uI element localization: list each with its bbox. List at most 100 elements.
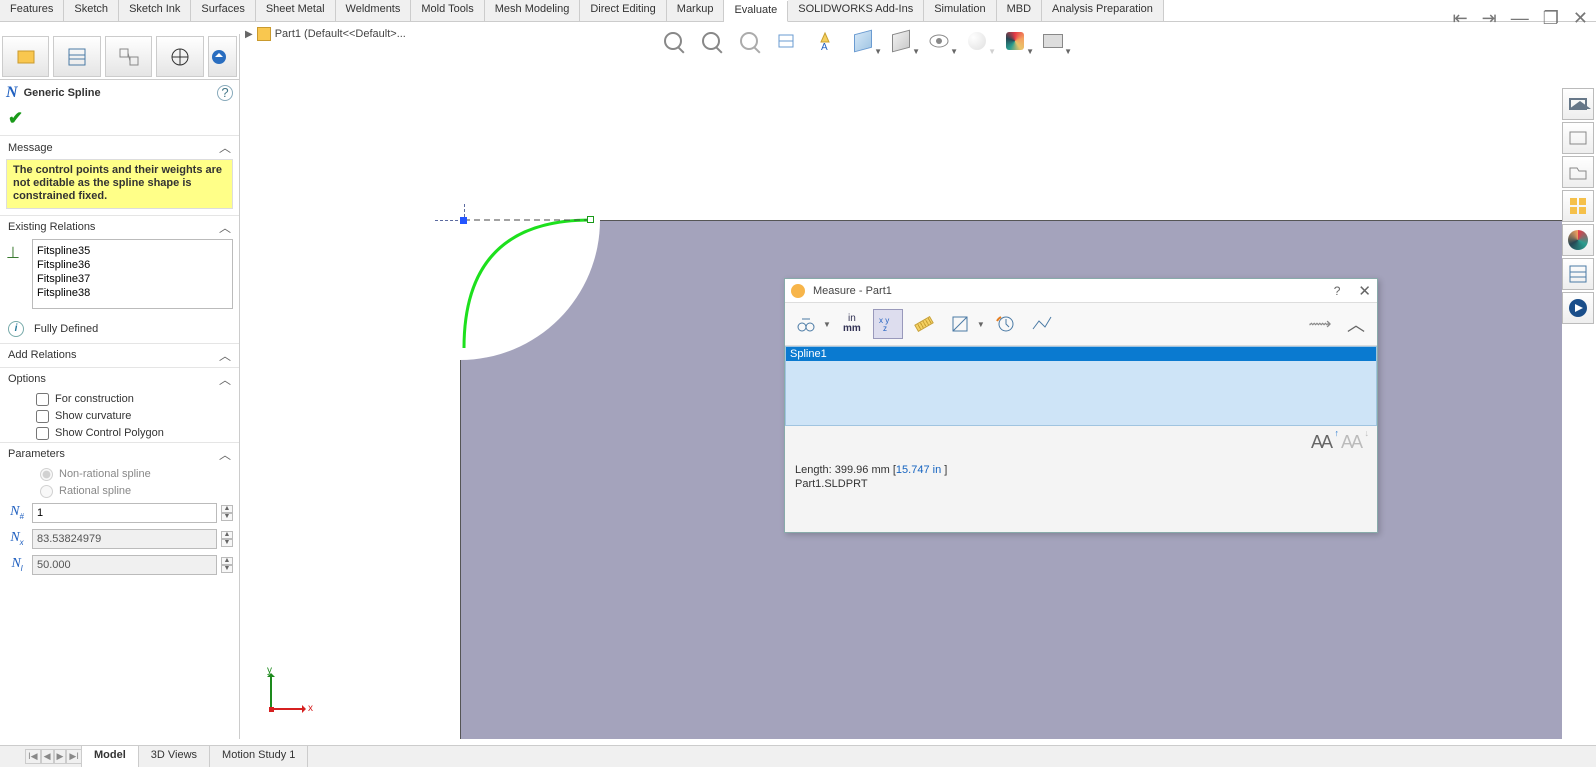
- measure-dialog[interactable]: Measure - Part1 ? ✕ ▼ inmm x yz ▼ ⟿ ︿ Sp…: [784, 278, 1378, 533]
- collapse-message-icon[interactable]: ︿: [219, 139, 231, 156]
- dimxpert-tab[interactable]: [156, 36, 203, 77]
- tab-markup[interactable]: Markup: [667, 0, 725, 21]
- next-doc-icon[interactable]: ⇥: [1482, 8, 1497, 29]
- tab-sketch-ink[interactable]: Sketch Ink: [119, 0, 191, 21]
- custom-props-pane-icon[interactable]: [1562, 258, 1594, 290]
- param-n-spinner[interactable]: ▲▼: [221, 505, 233, 521]
- pin-icon[interactable]: ⟿: [1305, 309, 1335, 339]
- length-mm-value: 399.96 mm: [835, 464, 893, 476]
- curvature-checkbox[interactable]: [36, 410, 49, 423]
- tab-mold-tools[interactable]: Mold Tools: [411, 0, 484, 21]
- tab-simulation[interactable]: Simulation: [924, 0, 996, 21]
- spline-endpoint[interactable]: [587, 216, 594, 223]
- resources-pane-icon[interactable]: [1562, 122, 1594, 154]
- xyz-measure-icon[interactable]: x yz: [873, 309, 903, 339]
- display-style-icon[interactable]: ▼: [888, 28, 914, 54]
- zoom-fit-icon[interactable]: [660, 28, 686, 54]
- arc-measure-icon[interactable]: [791, 309, 821, 339]
- option-polygon[interactable]: Show Control Polygon: [0, 425, 239, 442]
- ok-check-icon[interactable]: ✔: [8, 108, 23, 128]
- point-to-point-icon[interactable]: [909, 309, 939, 339]
- prev-view-icon[interactable]: [736, 28, 762, 54]
- file-explorer-pane-icon[interactable]: [1562, 156, 1594, 188]
- tab-mbd[interactable]: MBD: [997, 0, 1042, 21]
- tab-direct-editing[interactable]: Direct Editing: [580, 0, 666, 21]
- selection-item[interactable]: Spline1: [786, 347, 1376, 361]
- section-view-icon[interactable]: [774, 28, 800, 54]
- projected-dropdown-icon[interactable]: ▼: [977, 320, 985, 329]
- forum-pane-icon[interactable]: [1562, 292, 1594, 324]
- tab-analysis-prep[interactable]: Analysis Preparation: [1042, 0, 1164, 21]
- construction-checkbox[interactable]: [36, 393, 49, 406]
- relation-item[interactable]: Fitspline37: [37, 272, 228, 286]
- option-construction[interactable]: For construction: [0, 391, 239, 408]
- prev-doc-icon[interactable]: ⇤: [1453, 8, 1468, 29]
- close-window-icon[interactable]: ✕: [1573, 8, 1588, 29]
- tab-mesh-modeling[interactable]: Mesh Modeling: [485, 0, 581, 21]
- bottom-tab-model[interactable]: Model: [82, 746, 139, 767]
- measure-toolbar: ▼ inmm x yz ▼ ⟿ ︿: [785, 303, 1377, 346]
- minimize-icon[interactable]: —: [1511, 8, 1529, 29]
- measure-titlebar[interactable]: Measure - Part1 ? ✕: [785, 279, 1377, 303]
- tab-surfaces[interactable]: Surfaces: [191, 0, 255, 21]
- property-tab[interactable]: [53, 36, 100, 77]
- config-tab[interactable]: [105, 36, 152, 77]
- projected-icon[interactable]: [945, 309, 975, 339]
- existing-relations-label: Existing Relations: [8, 221, 95, 233]
- collapse-measure-icon[interactable]: ︿: [1341, 309, 1371, 339]
- options-header: Options ︿: [0, 367, 239, 391]
- arc-dropdown-icon[interactable]: ▼: [823, 320, 831, 329]
- rational-label: Rational spline: [59, 485, 131, 497]
- view-orientation-icon[interactable]: ▼: [850, 28, 876, 54]
- bottom-tabs: I◀◀▶▶I Model 3D Views Motion Study 1: [0, 745, 1596, 767]
- hide-show-icon[interactable]: ▼: [926, 28, 952, 54]
- relation-item[interactable]: Fitspline35: [37, 244, 228, 258]
- collapse-relations-icon[interactable]: ︿: [219, 219, 231, 236]
- view-palette-pane-icon[interactable]: [1562, 190, 1594, 222]
- spline-endpoint[interactable]: [460, 217, 467, 224]
- history-icon[interactable]: [991, 309, 1021, 339]
- maximize-icon[interactable]: ❐: [1543, 8, 1559, 29]
- relation-item[interactable]: Fitspline38: [37, 286, 228, 300]
- breadcrumb-arrow-icon[interactable]: ▶: [245, 29, 253, 40]
- option-curvature[interactable]: Show curvature: [0, 408, 239, 425]
- zoom-area-icon[interactable]: [698, 28, 724, 54]
- breadcrumb-part[interactable]: Part1 (Default<<Default>...: [275, 28, 406, 40]
- measure-help-icon[interactable]: ?: [1334, 284, 1341, 298]
- home-pane-icon[interactable]: [1562, 88, 1594, 120]
- tab-features[interactable]: Features: [0, 0, 64, 21]
- relations-list[interactable]: Fitspline35 Fitspline36 Fitspline37 Fits…: [32, 239, 233, 309]
- rational-radio: [40, 485, 53, 498]
- feature-tree-tab[interactable]: [2, 36, 49, 77]
- bottom-tab-motion[interactable]: Motion Study 1: [210, 746, 308, 767]
- nonrational-label: Non-rational spline: [59, 468, 151, 480]
- units-toggle[interactable]: inmm: [837, 309, 867, 339]
- dynamic-annotation-icon[interactable]: A: [812, 28, 838, 54]
- nonrational-radio: [40, 468, 53, 481]
- collapse-params-icon[interactable]: ︿: [219, 446, 231, 463]
- overflow-tab[interactable]: [208, 36, 237, 77]
- increase-font-icon[interactable]: A↑A: [1311, 432, 1331, 453]
- bottom-tab-3dviews[interactable]: 3D Views: [139, 746, 210, 767]
- decrease-font-icon[interactable]: A↓A: [1341, 432, 1361, 453]
- appearances-pane-icon[interactable]: [1562, 224, 1594, 256]
- apply-scene-icon[interactable]: ▼: [1040, 28, 1066, 54]
- measure-close-icon[interactable]: ✕: [1358, 282, 1371, 300]
- collapse-options-icon[interactable]: ︿: [219, 371, 231, 388]
- tab-sheet-metal[interactable]: Sheet Metal: [256, 0, 336, 21]
- relation-item[interactable]: Fitspline36: [37, 258, 228, 272]
- collapse-add-icon[interactable]: ︿: [219, 347, 231, 364]
- tab-weldments[interactable]: Weldments: [336, 0, 412, 21]
- param-n-input[interactable]: [32, 503, 217, 523]
- tab-sketch[interactable]: Sketch: [64, 0, 119, 21]
- help-icon[interactable]: ?: [217, 85, 233, 101]
- tab-nav-controls[interactable]: I◀◀▶▶I: [26, 746, 82, 767]
- appearance-icon[interactable]: ▼: [964, 28, 990, 54]
- measure-selection-list[interactable]: Spline1: [785, 346, 1377, 426]
- edit-appearance-icon[interactable]: ▼: [1002, 28, 1028, 54]
- tab-addins[interactable]: SOLIDWORKS Add-Ins: [788, 0, 924, 21]
- add-relations-label: Add Relations: [8, 349, 77, 361]
- sensor-icon[interactable]: [1027, 309, 1057, 339]
- tab-evaluate[interactable]: Evaluate: [724, 1, 788, 22]
- polygon-checkbox[interactable]: [36, 427, 49, 440]
